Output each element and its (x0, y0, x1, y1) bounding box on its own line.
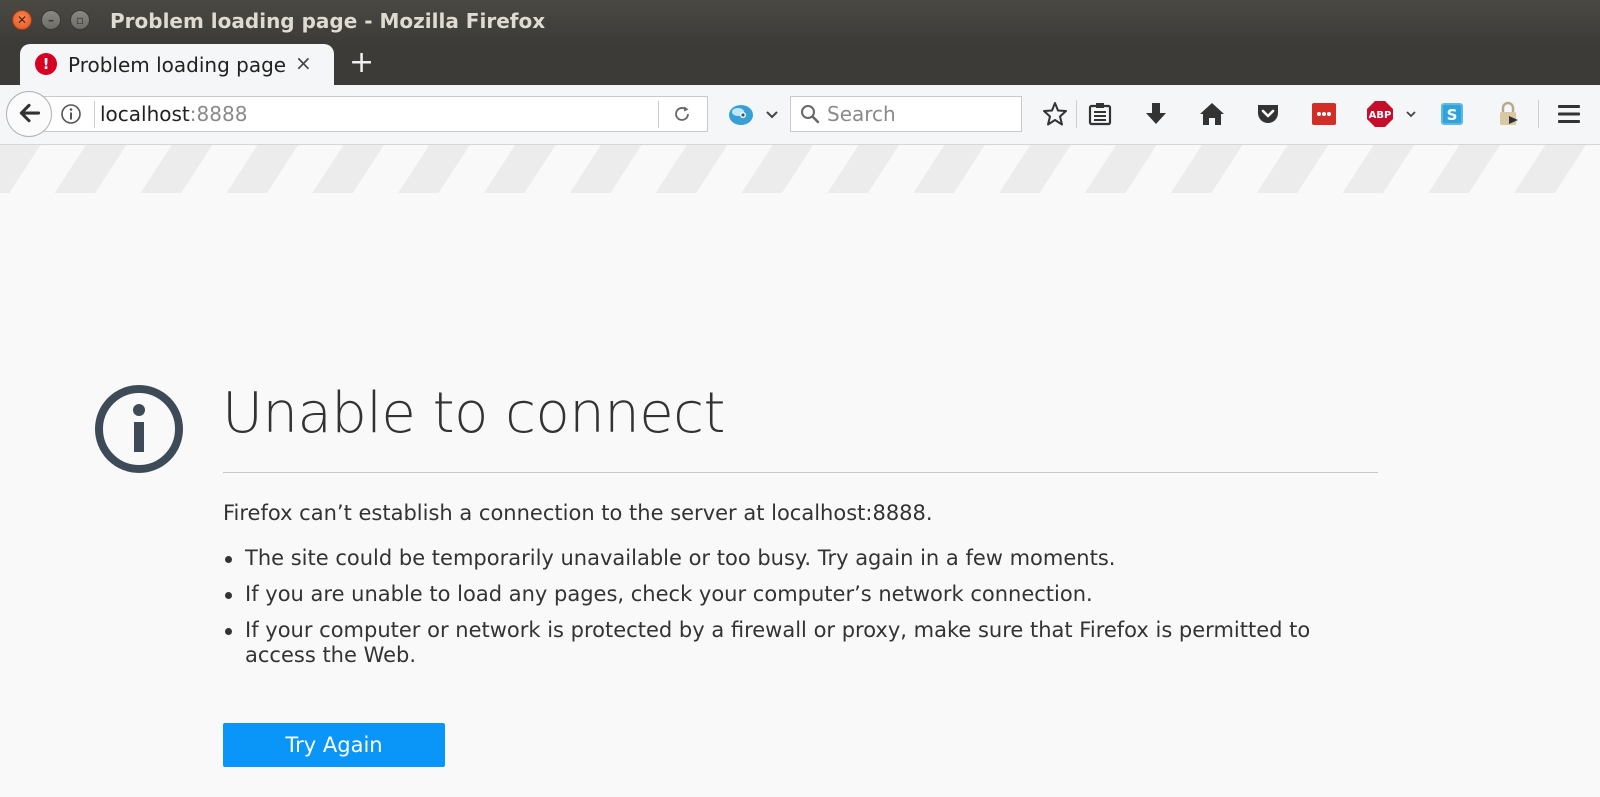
toolbar-separator (1076, 100, 1077, 128)
url-text[interactable]: localhost:8888 (100, 102, 247, 126)
error-title-divider (223, 472, 1378, 473)
close-icon: ✕ (16, 13, 28, 27)
lock-extension-icon (1500, 101, 1518, 125)
window-titlebar: ✕ – ▫ Problem loading page - Mozilla Fir… (0, 0, 1600, 44)
lock-extension-button[interactable] (1493, 99, 1523, 129)
info-icon[interactable] (60, 103, 82, 125)
error-title: Unable to connect (222, 381, 725, 446)
reading-list-button[interactable] (1085, 99, 1115, 129)
try-again-button[interactable]: Try Again (223, 723, 445, 767)
lastpass-icon (1312, 103, 1336, 125)
bookmark-star-button[interactable] (1040, 99, 1070, 129)
window-maximize-button[interactable]: ▫ (70, 10, 90, 30)
list-item: If you are unable to load any pages, che… (223, 582, 1383, 607)
url-port: :8888 (189, 102, 248, 126)
tab-title: Problem loading page (68, 53, 287, 77)
download-button[interactable] (1141, 99, 1171, 129)
hamburger-menu-icon (1558, 105, 1580, 123)
window-close-button[interactable]: ✕ (12, 10, 32, 30)
tab-close-button[interactable]: × (295, 52, 312, 74)
pocket-icon (1258, 105, 1278, 123)
search-bar[interactable]: Search (790, 96, 1022, 132)
minimize-icon: – (48, 13, 54, 27)
window-minimize-button[interactable]: – (41, 10, 61, 30)
bookmark-star-icon (1043, 102, 1067, 126)
new-tab-button[interactable]: + (349, 48, 374, 78)
url-bar[interactable]: localhost:8888 (44, 96, 708, 132)
back-arrow-icon (19, 103, 41, 123)
list-item: The site could be temporarily unavailabl… (223, 546, 1383, 571)
maximize-icon: ▫ (75, 13, 85, 27)
error-suggestions-list: The site could be temporarily unavailabl… (223, 546, 1383, 679)
adblock-plus-button[interactable]: ABP (1365, 99, 1395, 129)
open-menu-button[interactable] (1554, 99, 1584, 129)
error-page-stripes (0, 145, 1600, 193)
reading-list-icon (1088, 103, 1112, 126)
tab-problem-loading-page[interactable]: ! Problem loading page × (20, 44, 334, 85)
home-button[interactable] (1197, 99, 1227, 129)
list-item: If your computer or network is protected… (223, 618, 1383, 668)
download-icon (1146, 103, 1166, 124)
pocket-button[interactable] (1253, 99, 1283, 129)
adblock-dropdown-chevron-icon[interactable] (1404, 107, 1418, 121)
adblock-plus-icon: ABP (1367, 101, 1393, 127)
search-placeholder: Search (827, 102, 896, 126)
home-icon (1200, 103, 1224, 125)
window-title: Problem loading page - Mozilla Firefox (110, 9, 546, 33)
search-engine-icon[interactable] (726, 101, 756, 129)
toolbar-separator (1538, 100, 1539, 128)
svg-text:S: S (1447, 106, 1458, 124)
error-description: Firefox can’t establish a connection to … (223, 501, 933, 525)
url-host: localhost (100, 102, 190, 126)
search-icon (801, 105, 820, 124)
lastpass-button[interactable] (1309, 99, 1339, 129)
adblock-label: ABP (1369, 110, 1392, 121)
chevron-down-icon[interactable] (764, 103, 780, 125)
skype-button[interactable]: S (1437, 99, 1467, 129)
info-icon (95, 385, 183, 473)
url-separator (658, 101, 659, 128)
error-icon: ! (35, 53, 57, 75)
tab-strip: ! Problem loading page × + (0, 44, 1600, 85)
back-button[interactable] (6, 91, 52, 137)
url-separator (94, 101, 95, 128)
skype-icon: S (1441, 103, 1463, 125)
reload-icon[interactable] (671, 103, 693, 125)
